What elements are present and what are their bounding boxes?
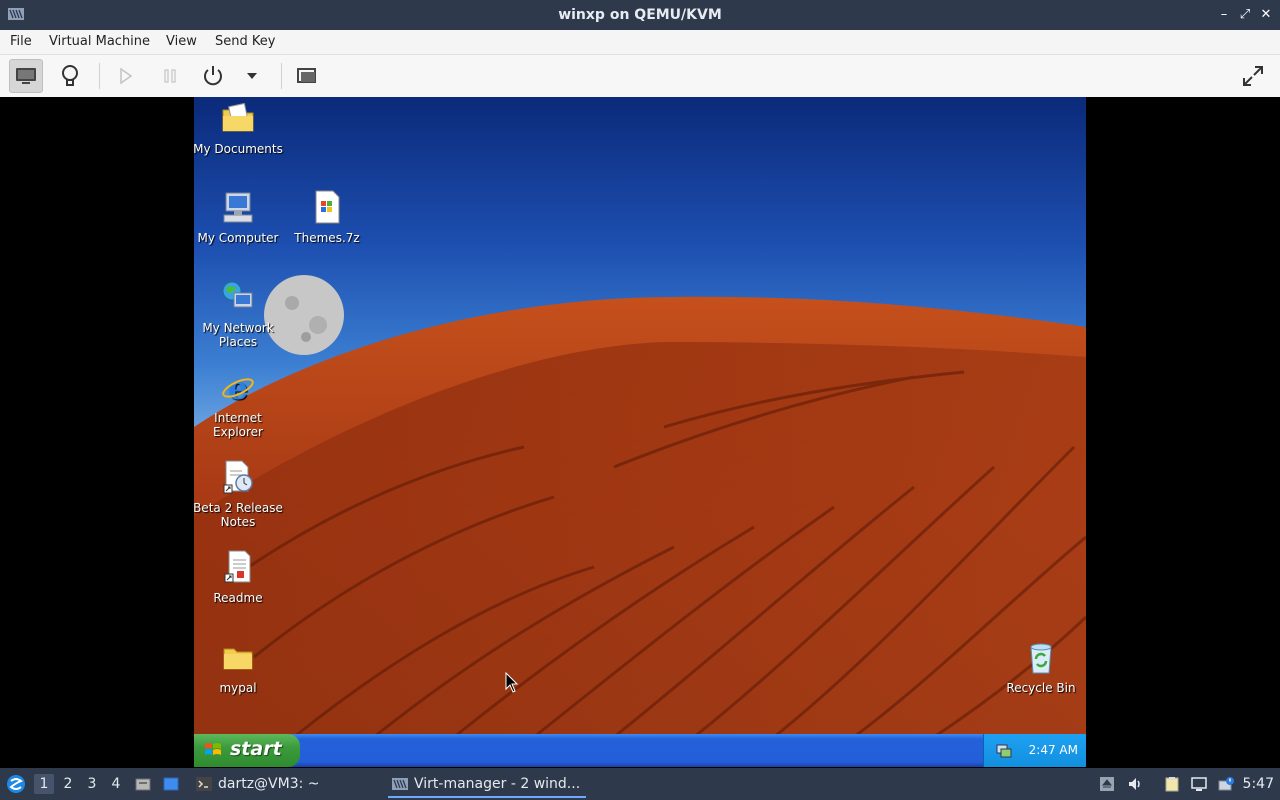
task-label: dartz@VM3: ~ <box>218 776 320 792</box>
workspace-3[interactable]: 3 <box>82 774 102 794</box>
shutdown-button[interactable] <box>196 59 230 93</box>
shutdown-dropdown-button[interactable] <box>235 59 269 93</box>
terminal-icon <box>196 777 212 791</box>
pause-button[interactable] <box>153 59 187 93</box>
computer-icon <box>223 192 253 223</box>
desktop-icon-label: My Documents <box>194 142 283 156</box>
host-clock: 5:47 <box>1242 776 1274 792</box>
menu-virtual-machine[interactable]: Virtual Machine <box>45 30 154 54</box>
window-titlebar: winxp on QEMU/KVM – ⤢ ✕ <box>0 0 1280 30</box>
guest-clock: 2:47 AM <box>1028 743 1078 757</box>
network-status-icon[interactable] <box>1218 776 1234 792</box>
desktop-icon-label: My Computer <box>197 231 279 245</box>
volume-icon[interactable] <box>1127 776 1143 792</box>
desktop-icon-label: Internet Explorer <box>213 411 263 439</box>
system-tray: 2:47 AM <box>983 734 1086 767</box>
snapshots-icon <box>297 68 316 83</box>
desktop-icon[interactable] <box>163 776 179 792</box>
toolbar-separator <box>99 63 100 89</box>
power-icon <box>204 66 222 86</box>
menu-view[interactable]: View <box>162 30 201 54</box>
monitor-icon <box>16 68 36 84</box>
network-tray-icon[interactable] <box>996 742 1012 758</box>
desktop-icon-beta-2-release-notes[interactable]: Beta 2 Release Notes <box>194 459 283 529</box>
desktop-icon-label: Themes.7z <box>294 231 360 245</box>
desktop-icon-label: Recycle Bin <box>1006 681 1076 695</box>
snapshots-button[interactable] <box>290 59 324 93</box>
desktop-icon-my-documents[interactable]: My Documents <box>194 100 283 156</box>
workspace-1[interactable]: 1 <box>34 774 54 794</box>
toolbar <box>0 55 1280 98</box>
svg-text:e: e <box>228 369 248 405</box>
workspace-4[interactable]: 4 <box>106 774 126 794</box>
toolbar-separator <box>281 63 282 89</box>
vm-console[interactable]: My Documents My Computer Themes.7z My Ne… <box>0 97 1280 768</box>
workspace-2[interactable]: 2 <box>58 774 78 794</box>
desktop-icon-readme[interactable]: Readme <box>194 549 283 605</box>
menu-file[interactable]: File <box>6 30 36 54</box>
close-button[interactable]: ✕ <box>1258 7 1274 23</box>
start-label: start <box>230 738 282 760</box>
desktop-icon-label: Beta 2 Release Notes <box>194 501 283 529</box>
lightbulb-icon <box>62 65 78 86</box>
run-button[interactable] <box>109 59 143 93</box>
menu-send-key[interactable]: Send Key <box>211 30 279 54</box>
display-icon[interactable] <box>1191 776 1207 792</box>
app-menu-icon[interactable] <box>6 774 26 794</box>
network-places-icon <box>222 281 253 308</box>
desktop-icon-my-network-places[interactable]: My Network Places <box>194 279 283 349</box>
xp-taskbar: start 2:47 AM <box>194 734 1086 767</box>
mouse-cursor <box>505 672 519 693</box>
fullscreen-button[interactable] <box>1236 59 1270 93</box>
fullscreen-icon <box>1243 66 1263 86</box>
pause-icon <box>164 69 176 83</box>
start-button[interactable]: start <box>194 734 300 767</box>
caret-down-icon <box>247 73 257 79</box>
window-title: winxp on QEMU/KVM <box>558 7 722 23</box>
file-manager-icon[interactable] <box>135 776 151 792</box>
task-terminal[interactable]: dartz@VM3: ~ <box>192 770 398 798</box>
desktop-icon-themes[interactable]: Themes.7z <box>282 189 372 245</box>
task-label: Virt-manager - 2 wind... <box>414 776 581 792</box>
readme-icon <box>224 550 251 583</box>
details-view-button[interactable] <box>53 59 87 93</box>
recycle-bin-icon <box>1030 643 1052 674</box>
minimize-button[interactable]: – <box>1216 7 1232 23</box>
release-notes-icon <box>223 460 253 494</box>
desktop-icon-my-computer[interactable]: My Computer <box>194 189 283 245</box>
windows-flag-icon <box>205 743 221 755</box>
maximize-button[interactable]: ⤢ <box>1237 7 1253 23</box>
virt-manager-icon <box>392 778 408 790</box>
console-view-button[interactable] <box>9 59 43 93</box>
clipboard-icon[interactable] <box>1164 776 1180 792</box>
internet-explorer-icon: e <box>222 369 254 407</box>
play-icon <box>120 67 133 85</box>
desktop-icon-mypal[interactable]: mypal <box>194 639 283 695</box>
desktop-icon-internet-explorer[interactable]: e Internet Explorer <box>194 369 283 439</box>
desktop-icon-label: Readme <box>213 591 263 605</box>
menubar: File Virtual Machine View Send Key <box>0 30 1280 55</box>
folder-icon <box>223 648 253 670</box>
eject-icon[interactable] <box>1099 776 1115 792</box>
task-virt-manager[interactable]: Virt-manager - 2 wind... <box>388 770 586 798</box>
desktop-icon-recycle-bin[interactable]: Recycle Bin <box>996 639 1086 695</box>
desktop-icon-label: mypal <box>219 681 257 695</box>
archive-file-icon <box>315 190 340 224</box>
desktop-icon-label: My Network Places <box>202 321 274 349</box>
folder-documents-icon <box>222 102 254 132</box>
host-panel: 1 2 3 4 dartz@VM3: ~ Virt-manager - 2 wi… <box>0 768 1280 800</box>
guest-desktop[interactable]: My Documents My Computer Themes.7z My Ne… <box>194 97 1086 767</box>
